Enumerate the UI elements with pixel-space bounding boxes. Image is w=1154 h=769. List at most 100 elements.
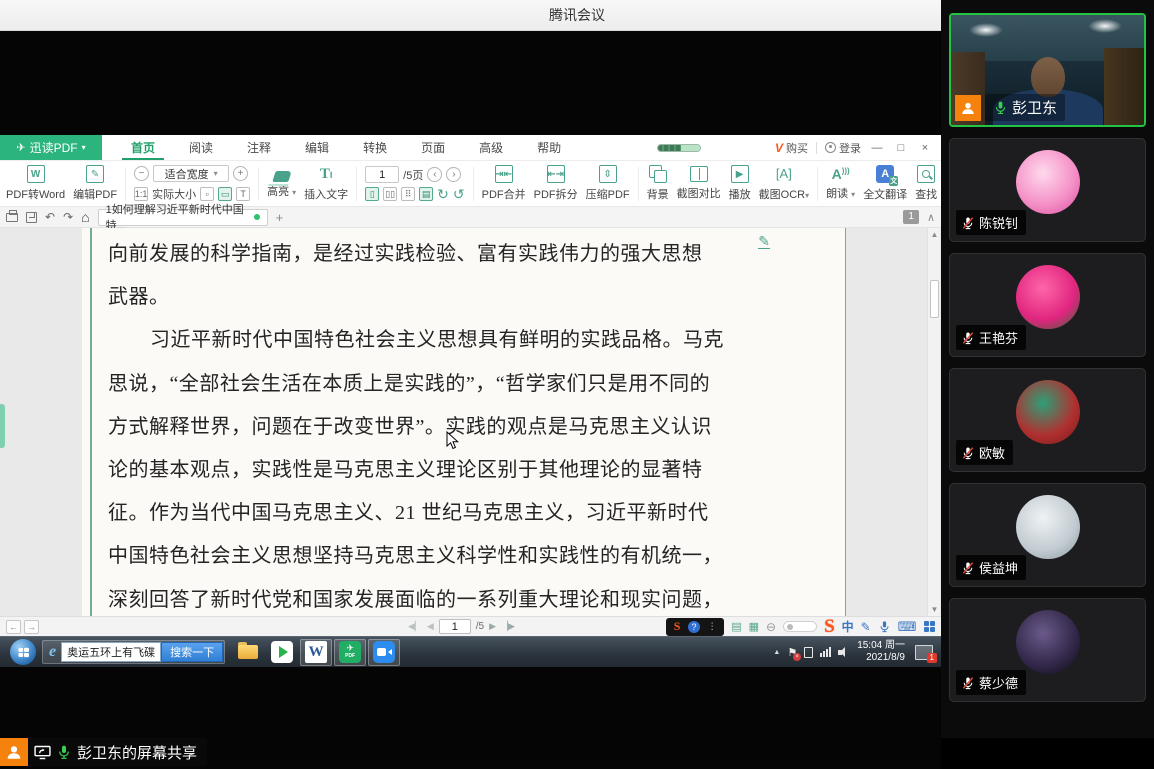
next-page-icon[interactable]: ▶ — [489, 621, 496, 632]
menu-tab-帮助[interactable]: 帮助 — [520, 135, 578, 160]
menu-tab-编辑[interactable]: 编辑 — [288, 135, 346, 160]
keyboard-icon[interactable]: ⌨ — [898, 619, 917, 635]
read-aloud-button[interactable]: A))) 朗读 ▾ — [826, 166, 855, 201]
menu-tab-高级[interactable]: 高级 — [462, 135, 520, 160]
highlight-button[interactable]: 高亮 ▾ — [267, 169, 296, 199]
scroll-down-icon[interactable]: ▼ — [928, 605, 941, 614]
taskbar-meeting-button[interactable] — [368, 638, 401, 666]
insert-text-button[interactable]: TI 插入文字 — [304, 166, 348, 202]
fit-width-icon[interactable]: ▭ — [218, 187, 233, 201]
zoom-in-button[interactable]: + — [233, 166, 249, 181]
next-page-button[interactable]: › — [446, 167, 462, 182]
menu-tab-注释[interactable]: 注释 — [230, 135, 288, 160]
book-view-icon[interactable]: ▤ — [419, 187, 434, 201]
voice-input-icon[interactable] — [878, 620, 891, 633]
taskbar-pdf-button[interactable]: ✈ PDF — [334, 638, 367, 666]
more-dots-icon[interactable]: ⋮ — [708, 621, 717, 632]
handwrite-icon[interactable]: ✎ — [861, 620, 871, 634]
pdf-restore-button[interactable]: □ — [893, 142, 909, 154]
ie-icon[interactable]: e — [44, 643, 61, 661]
clipboard-tray-icon[interactable] — [804, 646, 814, 658]
taskbar-search-button[interactable]: 搜索一下 — [161, 642, 224, 662]
taskbar-video-button[interactable] — [266, 639, 298, 666]
participant-tile-彭卫东[interactable]: 彭卫东 — [949, 13, 1146, 127]
actual-size-label[interactable]: 实际大小 — [152, 186, 196, 202]
taskbar-search-input[interactable]: 奥运五环上有飞碟 — [61, 642, 162, 662]
zoom-out-button[interactable]: − — [134, 166, 150, 181]
first-page-icon[interactable]: ◀▏ — [408, 621, 422, 632]
scrollbar-thumb[interactable] — [929, 280, 939, 318]
collapse-toolbar-icon[interactable]: ∧ — [927, 211, 935, 224]
participant-tile-蔡少德[interactable]: 蔡少德 — [949, 598, 1146, 702]
pdf-to-word-button[interactable]: W PDF转Word — [6, 165, 65, 202]
screen-share-indicator[interactable]: 彭卫东的屏幕共享 — [0, 738, 208, 766]
notification-window-icon[interactable]: 1 — [915, 644, 937, 663]
volume-icon[interactable] — [838, 646, 850, 658]
screenshot-ocr-button[interactable]: [A] 截图OCR▾ — [759, 165, 809, 202]
translate-button[interactable]: A 全文翻译 — [863, 165, 907, 202]
edit-pdf-button[interactable]: ✎ 编辑PDF — [73, 165, 117, 202]
home-icon[interactable]: ⌂ — [81, 210, 89, 224]
pdf-minimize-button[interactable]: — — [869, 142, 885, 154]
rotate-cw-icon[interactable]: ↻ — [437, 187, 449, 201]
participant-tile-陈锐钊[interactable]: 陈锐钊 — [949, 138, 1146, 242]
play-button[interactable]: ▶ 播放 — [729, 165, 751, 202]
taskbar-explorer-button[interactable] — [232, 639, 264, 666]
undo-icon[interactable]: ↶ — [45, 211, 55, 223]
zoom-mode-select[interactable]: 适合宽度 ▾ — [153, 165, 230, 182]
page-number-input[interactable]: 1 — [365, 166, 400, 183]
background-button[interactable]: 背景 — [647, 165, 669, 202]
grid-view-icon[interactable]: ⠿ — [401, 187, 416, 201]
pdf-close-button[interactable]: × — [917, 142, 933, 154]
document-tab[interactable]: 1如何理解习近平新时代中国特... — [97, 204, 268, 232]
fit-view-icon[interactable]: ▦ — [749, 620, 759, 633]
zoom-slider[interactable] — [783, 621, 818, 632]
zoom-out-status-icon[interactable]: ⊖ — [766, 620, 776, 634]
start-button[interactable] — [10, 639, 36, 665]
help-icon[interactable]: ? — [688, 620, 701, 633]
hidden-icons-button[interactable]: ▲ — [773, 649, 780, 656]
history-back-button[interactable]: ← — [6, 619, 21, 634]
new-tab-button[interactable]: + — [276, 210, 284, 225]
menu-tab-页面[interactable]: 页面 — [404, 135, 462, 160]
screenshot-compare-button[interactable]: 截图对比 — [677, 166, 721, 201]
rotate-ccw-icon[interactable]: ↺ — [453, 187, 465, 201]
text-mode-icon[interactable]: T — [236, 187, 251, 201]
pdf-document-area[interactable]: 向前发展的科学指南，是经过实践检验、富有实践伟力的强大思想 武器。 习近平新时代中国… — [0, 228, 941, 616]
network-signal-icon[interactable] — [820, 647, 832, 657]
pdf-app-logo[interactable]: ✈ 迅读PDF ▾ — [0, 135, 102, 160]
actual-size-icon[interactable]: 1:1 — [134, 187, 149, 201]
single-page-view-icon[interactable]: ▯ — [365, 187, 380, 201]
taskbar-word-button[interactable]: W — [300, 638, 333, 666]
prev-page-icon[interactable]: ◀ — [427, 621, 434, 632]
prev-page-button[interactable]: ‹ — [427, 167, 443, 182]
status-page-input[interactable]: 1 — [438, 619, 471, 634]
sogou-mini-widget[interactable]: S ? ⋮ — [666, 617, 725, 636]
redo-icon[interactable]: ↷ — [63, 211, 73, 223]
sogou-toolbox-icon[interactable] — [923, 620, 935, 633]
pdf-compress-button[interactable]: ⇳ 压缩PDF — [586, 165, 630, 202]
fit-page-icon[interactable]: ▫ — [200, 187, 215, 201]
last-page-icon[interactable]: ▕▶ — [501, 621, 515, 632]
participant-tile-欧敏[interactable]: 欧敏 — [949, 368, 1146, 472]
pdf-split-button[interactable]: ⇤⇥ PDF拆分 — [534, 165, 578, 202]
find-button[interactable]: 查找 — [915, 165, 937, 202]
taskbar-clock[interactable]: 15:04 周一 2021/8/9 — [857, 640, 905, 664]
buy-button[interactable]: V 购买 — [775, 140, 808, 156]
print-icon[interactable] — [6, 209, 18, 222]
sidebar-handle[interactable] — [0, 404, 5, 448]
participant-tile-侯益坤[interactable]: 侯益坤 — [949, 483, 1146, 587]
menu-tab-首页[interactable]: 首页 — [114, 135, 172, 160]
annotation-pencil-icon[interactable]: ✎ — [758, 234, 770, 249]
vertical-scrollbar[interactable]: ▲ ▼ — [927, 228, 940, 616]
pdf-merge-button[interactable]: ⇥⇤ PDF合并 — [482, 165, 526, 202]
input-lang-indicator[interactable]: 中 — [842, 618, 854, 635]
scroll-up-icon[interactable]: ▲ — [928, 230, 941, 239]
save-icon[interactable] — [26, 211, 37, 223]
login-button[interactable]: 登录 — [825, 140, 861, 156]
sogou-logo-icon[interactable]: S — [824, 616, 835, 638]
action-center-flag-icon[interactable]: ⚑ × — [787, 646, 802, 661]
view-mode-icon[interactable]: ▤ — [731, 620, 741, 633]
history-forward-button[interactable]: → — [24, 619, 39, 634]
menu-tab-转换[interactable]: 转换 — [346, 135, 404, 160]
